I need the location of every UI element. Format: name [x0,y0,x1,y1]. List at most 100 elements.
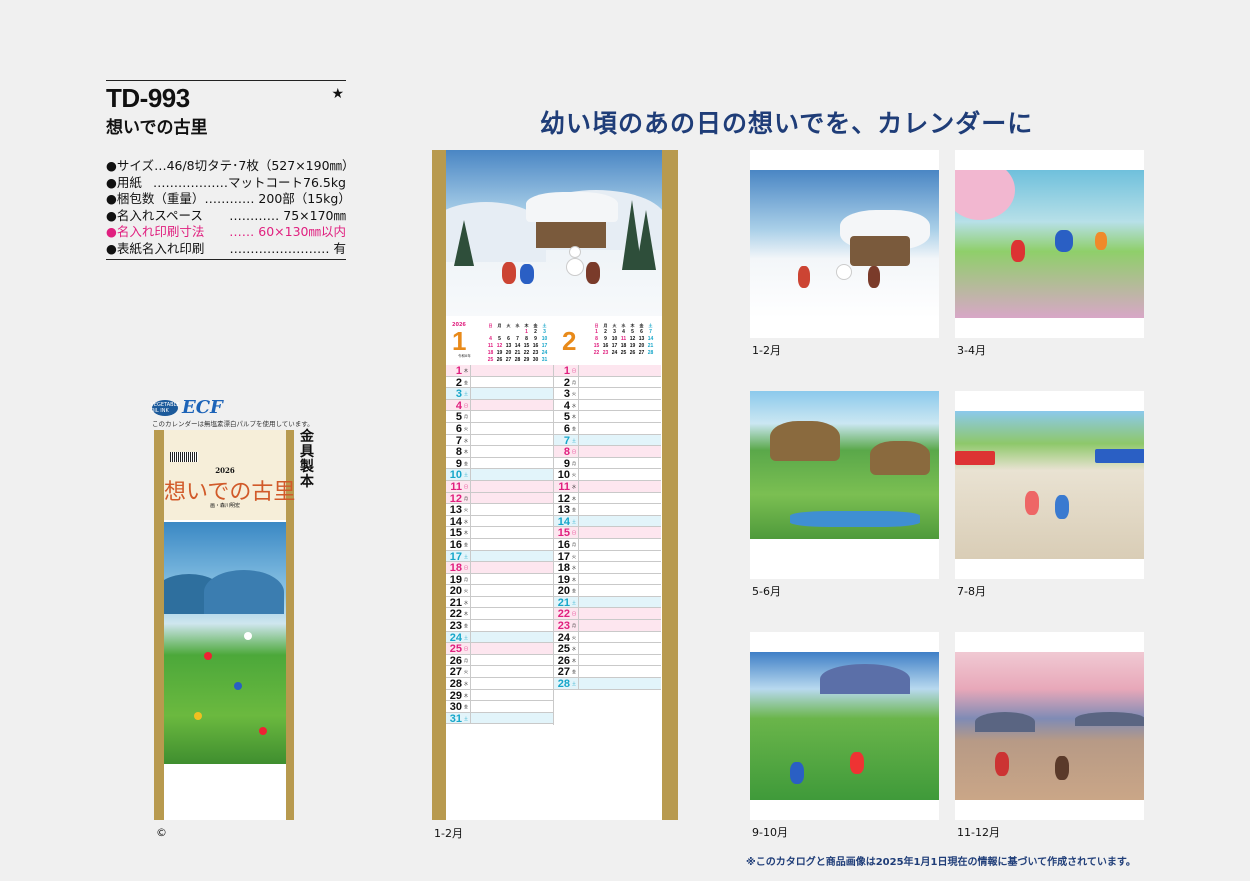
mini-day-cell: 21 [514,350,521,356]
day-number: 31 [449,712,462,725]
mini-day-cell [504,329,513,336]
day-weekday: 木 [464,368,468,373]
day-row: 4水 [554,399,661,412]
day-weekday: 金 [464,379,468,385]
thumbnail-label: 3-4月 [957,344,986,357]
mini-weekday-header: 火 [506,323,511,328]
day-row: 5月 [446,411,553,423]
mini-day-cell: 10 [611,336,618,342]
memo-space [470,365,553,376]
mini-day-cell: 23 [602,350,609,356]
day-number: 25 [449,643,462,656]
star-icon: ★ [331,86,344,102]
day-number: 8 [563,446,570,459]
mini-day-cell: 22 [593,350,600,356]
memo-space [578,666,661,678]
day-row: 20 金 [554,585,661,597]
mini-weekday-header: 木 [630,323,635,328]
day-number: 13 [449,504,462,517]
mini-day-cell: 21 [647,343,654,349]
thumbnail-3-4 [955,150,1144,338]
mini-day-cell: 6 [507,336,510,342]
day-row: 4日 [446,399,553,412]
memo-space [578,492,661,504]
main-calendar-label: 1-2月 [434,827,463,840]
spec-item: 名入れスペース………… 75×170㎜ [106,208,346,225]
day-number: 11 [450,480,462,493]
day-weekday: 金 [464,460,468,466]
day-number: 27 [557,666,570,679]
mini-day-cell: 23 [532,350,539,356]
day-row: 7水 [446,434,553,446]
day-row: 21 水 [446,596,553,609]
day-row: 25 水 [554,643,661,655]
day-number: 15 [557,527,570,540]
day-row: 31 土 [446,712,553,725]
day-weekday: 日 [572,449,576,455]
memo-space [470,689,553,701]
day-weekday: 日 [464,402,468,408]
day-column-january: 1 木 2 金 3 土 4 日 5 月 6 火 7 水 8 木 9 金 10 土 11 日 12 月 13 火 14 水 15 木 16 金 1… [446,365,553,725]
mini-day-cell: 20 [638,343,645,349]
memo-space [470,573,553,585]
memo-space [470,457,553,469]
day-weekday: 土 [464,715,468,721]
day-number: 27 [449,666,462,679]
mini-day-cell: 27 [505,357,512,363]
day-row: 26 木 [554,654,661,667]
mini-calendar-1: 日月火水木金土 1 2 3 4 5 6 7 8 9 10 11 12 13 14 15 16 17 18 19 20 21… [486,322,549,364]
memo-space [470,701,553,712]
memo-space [578,596,661,608]
day-weekday: 日 [464,483,468,489]
day-number: 28 [557,678,570,691]
day-weekday: 日 [572,611,576,617]
day-row: 6金 [554,422,661,435]
day-row: 8木 [446,446,553,458]
memo-space [578,654,661,666]
mini-weekday-header: 日 [488,323,493,328]
mini-weekday-header: 土 [542,323,547,328]
mini-day-cell: 16 [602,343,609,349]
spec-item-print-size: 名入れ印刷寸法…… 60×130㎜以内 [106,224,346,241]
mini-day-cell [486,329,495,336]
mini-day-cell: 14 [647,336,654,342]
memo-space [470,631,553,643]
day-weekday: 水 [572,646,576,652]
mini-day-cell: 19 [629,343,636,349]
memo-space [470,469,553,480]
memo-space [470,620,553,631]
day-number: 3 [563,388,570,401]
day-row: 18 日 [446,562,553,574]
day-row: 1日 [554,365,661,377]
day-number: 22 [557,608,570,621]
day-weekday: 日 [464,565,468,571]
memo-space [578,631,661,643]
day-number: 4 [455,399,462,412]
day-column-february: 1 日 2 月 3 火 4 水 5 木 6 金 7 土 8 日 9 月 10 火 11 水 12 木 13 金 14 土 15 日 16 月 1… [554,365,661,690]
day-row: 15 木 [446,527,553,539]
memo-space [578,365,661,376]
day-weekday: 火 [572,391,576,397]
mini-day-cell: 11 [487,343,494,349]
memo-space [470,504,553,515]
binding-label: 金具製本 [300,429,314,490]
spec-item: 用紙………………マットコート76.5kg [106,175,346,192]
day-weekday: 水 [572,565,576,571]
mini-day-cell: 8 [595,336,598,342]
day-row: 19 木 [554,573,661,585]
mini-day-cell: 1 [525,329,528,335]
day-number: 23 [557,620,570,633]
mini-weekday-header: 金 [639,323,644,328]
day-weekday: 火 [572,472,576,478]
day-weekday: 木 [464,449,468,455]
day-number: 21 [449,596,462,609]
memo-space [470,422,553,434]
day-number: 30 [449,701,462,714]
day-weekday: 金 [572,425,576,431]
day-row: 27 金 [554,666,661,678]
day-row: 28 水 [446,678,553,690]
memo-space [578,480,661,492]
day-row: 14 土 [554,515,661,527]
thumbnail-label: 7-8月 [957,585,986,598]
day-row: 6火 [446,422,553,435]
